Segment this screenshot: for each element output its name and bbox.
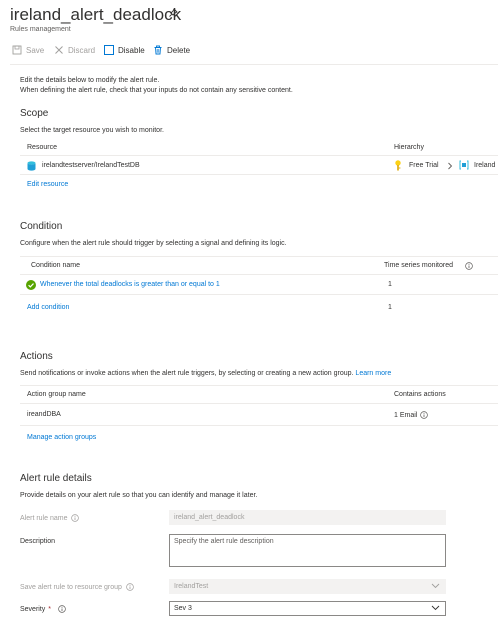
resource-group-label-text: Save alert rule to resource group — [20, 583, 122, 591]
actions-col-name: Action group name — [27, 391, 86, 398]
hierarchy-resource-group[interactable]: Ireland — [474, 162, 495, 169]
rule-name-input[interactable]: ireland_alert_deadlock — [169, 510, 446, 525]
info-icon[interactable] — [126, 583, 134, 591]
description-textarea[interactable]: Specify the alert rule description — [169, 534, 446, 567]
condition-row-divider — [20, 294, 498, 295]
condition-header-divider — [20, 274, 498, 275]
required-marker: * — [48, 605, 52, 613]
scope-heading: Scope — [20, 108, 49, 119]
intro-line-1: Edit the details below to modify the ale… — [20, 77, 160, 84]
close-icon — [54, 45, 64, 55]
severity-value: Sev 3 — [174, 605, 192, 612]
page-subtitle: Rules management — [10, 26, 71, 33]
details-heading: Alert rule details — [20, 473, 92, 484]
info-icon[interactable] — [58, 605, 66, 613]
severity-label-text: Severity — [20, 605, 46, 613]
scope-row-divider — [20, 174, 498, 175]
delete-label: Delete — [167, 45, 191, 55]
learn-more-link[interactable]: Learn more — [355, 370, 391, 377]
pin-icon[interactable] — [168, 8, 178, 18]
add-condition-timeseries: 1 — [388, 304, 392, 311]
actions-col-contains: Contains actions — [394, 391, 446, 398]
discard-label: Discard — [68, 45, 96, 55]
disable-button[interactable]: Disable — [104, 44, 145, 56]
condition-heading: Condition — [20, 221, 63, 232]
description-label: Description — [20, 538, 56, 545]
actions-description: Send notifications or invoke actions whe… — [20, 370, 391, 377]
action-group-contains-text: 1 Email — [394, 411, 418, 419]
toolbar-divider — [10, 64, 498, 65]
resource-group-label: Save alert rule to resource group — [20, 583, 134, 591]
condition-col-timeseries: Time series monitored — [384, 262, 453, 269]
save-icon — [12, 45, 22, 55]
save-label: Save — [26, 45, 45, 55]
actions-row-divider — [20, 425, 498, 426]
details-description: Provide details on your alert rule so th… — [20, 492, 258, 499]
scope-col-hierarchy: Hierarchy — [394, 144, 424, 151]
info-icon[interactable] — [71, 514, 80, 522]
condition-row-timeseries: 1 — [388, 281, 392, 288]
chevron-right-icon — [447, 162, 453, 170]
check-circle-icon — [26, 280, 36, 290]
actions-description-text: Send notifications or invoke actions whe… — [20, 370, 354, 377]
condition-col-name: Condition name — [31, 262, 81, 269]
chevron-down-icon — [431, 604, 440, 611]
key-icon — [394, 160, 402, 171]
add-condition-link[interactable]: Add condition — [27, 304, 69, 311]
actions-top-divider — [20, 385, 498, 386]
checkbox-icon — [104, 45, 114, 55]
rule-name-label: Alert rule name — [20, 514, 80, 522]
resource-group-icon — [459, 160, 469, 170]
actions-header-divider — [20, 403, 498, 404]
severity-label: Severity * — [20, 605, 66, 613]
page-title: ireland_alert_deadlock — [10, 5, 182, 24]
edit-resource-link[interactable]: Edit resource — [27, 181, 68, 188]
resource-group-value: IrelandTest — [174, 583, 209, 590]
rule-name-label-text: Alert rule name — [20, 514, 68, 522]
scope-col-resource: Resource — [27, 144, 57, 151]
hierarchy-subscription[interactable]: Free Trial — [409, 162, 439, 169]
delete-button[interactable]: Delete — [153, 44, 190, 56]
condition-top-divider — [20, 256, 498, 257]
info-icon[interactable] — [420, 411, 429, 419]
chevron-down-icon — [431, 582, 440, 589]
manage-action-groups-link[interactable]: Manage action groups — [27, 434, 96, 441]
condition-description: Configure when the alert rule should tri… — [20, 240, 287, 247]
condition-row-link[interactable]: Whenever the total deadlocks is greater … — [40, 281, 220, 288]
action-group-contains: 1 Email — [394, 411, 429, 419]
scope-description: Select the target resource you wish to m… — [20, 127, 164, 134]
scope-resource-name: irelandtestserver/IrelandTestDB — [42, 162, 140, 169]
resource-group-select[interactable]: IrelandTest — [169, 579, 446, 594]
trash-icon — [153, 45, 163, 55]
scope-header-divider — [20, 155, 498, 156]
info-icon[interactable] — [465, 262, 473, 270]
save-button[interactable]: Save — [12, 44, 44, 56]
actions-heading: Actions — [20, 351, 53, 362]
database-icon — [27, 161, 36, 171]
severity-select[interactable]: Sev 3 — [169, 601, 446, 616]
intro-line-2: When defining the alert rule, check that… — [20, 87, 293, 94]
action-group-name: ireandDBA — [27, 411, 61, 418]
discard-button[interactable]: Discard — [54, 44, 95, 56]
disable-label: Disable — [118, 45, 145, 55]
